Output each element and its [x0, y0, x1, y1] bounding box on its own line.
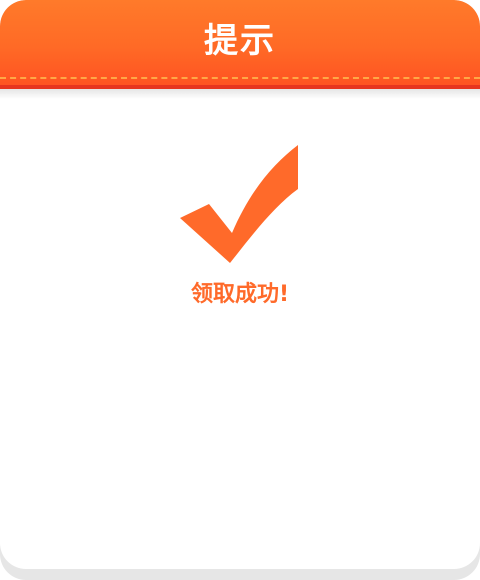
- dialog-panel: 提示 领取成功!: [0, 0, 480, 569]
- dialog-header: 提示: [0, 0, 480, 85]
- checkmark-icon: [180, 145, 298, 263]
- success-message: 领取成功!: [190, 282, 290, 307]
- dialog-title: 提示: [204, 21, 276, 61]
- header-shadow: [0, 89, 480, 99]
- alert-dialog: 提示 领取成功!: [0, 0, 480, 580]
- header-dashed-divider: [0, 77, 480, 79]
